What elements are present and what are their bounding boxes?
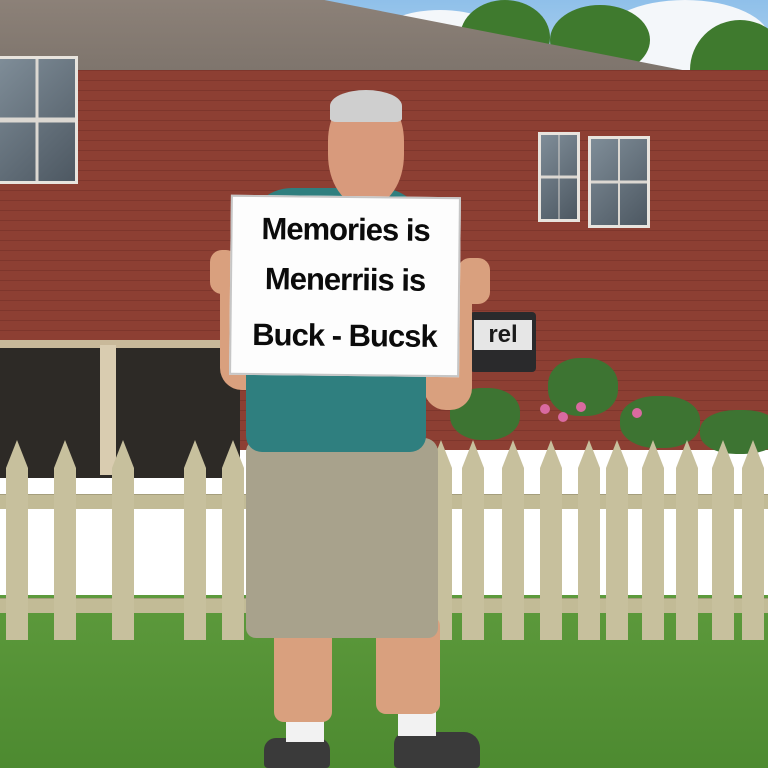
- shorts: [246, 438, 438, 638]
- man: Memories is Menerriis is Buck - Bucsk: [0, 0, 768, 768]
- sign-line-2: Menerriis is: [264, 261, 426, 298]
- shoe: [394, 732, 480, 768]
- held-sign: Memories is Menerriis is Buck - Bucsk: [229, 194, 461, 378]
- hand: [458, 258, 490, 304]
- sign-line-3: Buck - Bucsk: [252, 317, 437, 354]
- sign-line-1: Memories is: [261, 211, 430, 248]
- photo-scene: rel Memories is Menerriis is Buck - Bucs…: [0, 0, 768, 768]
- shoe: [264, 738, 330, 768]
- hair: [330, 90, 402, 122]
